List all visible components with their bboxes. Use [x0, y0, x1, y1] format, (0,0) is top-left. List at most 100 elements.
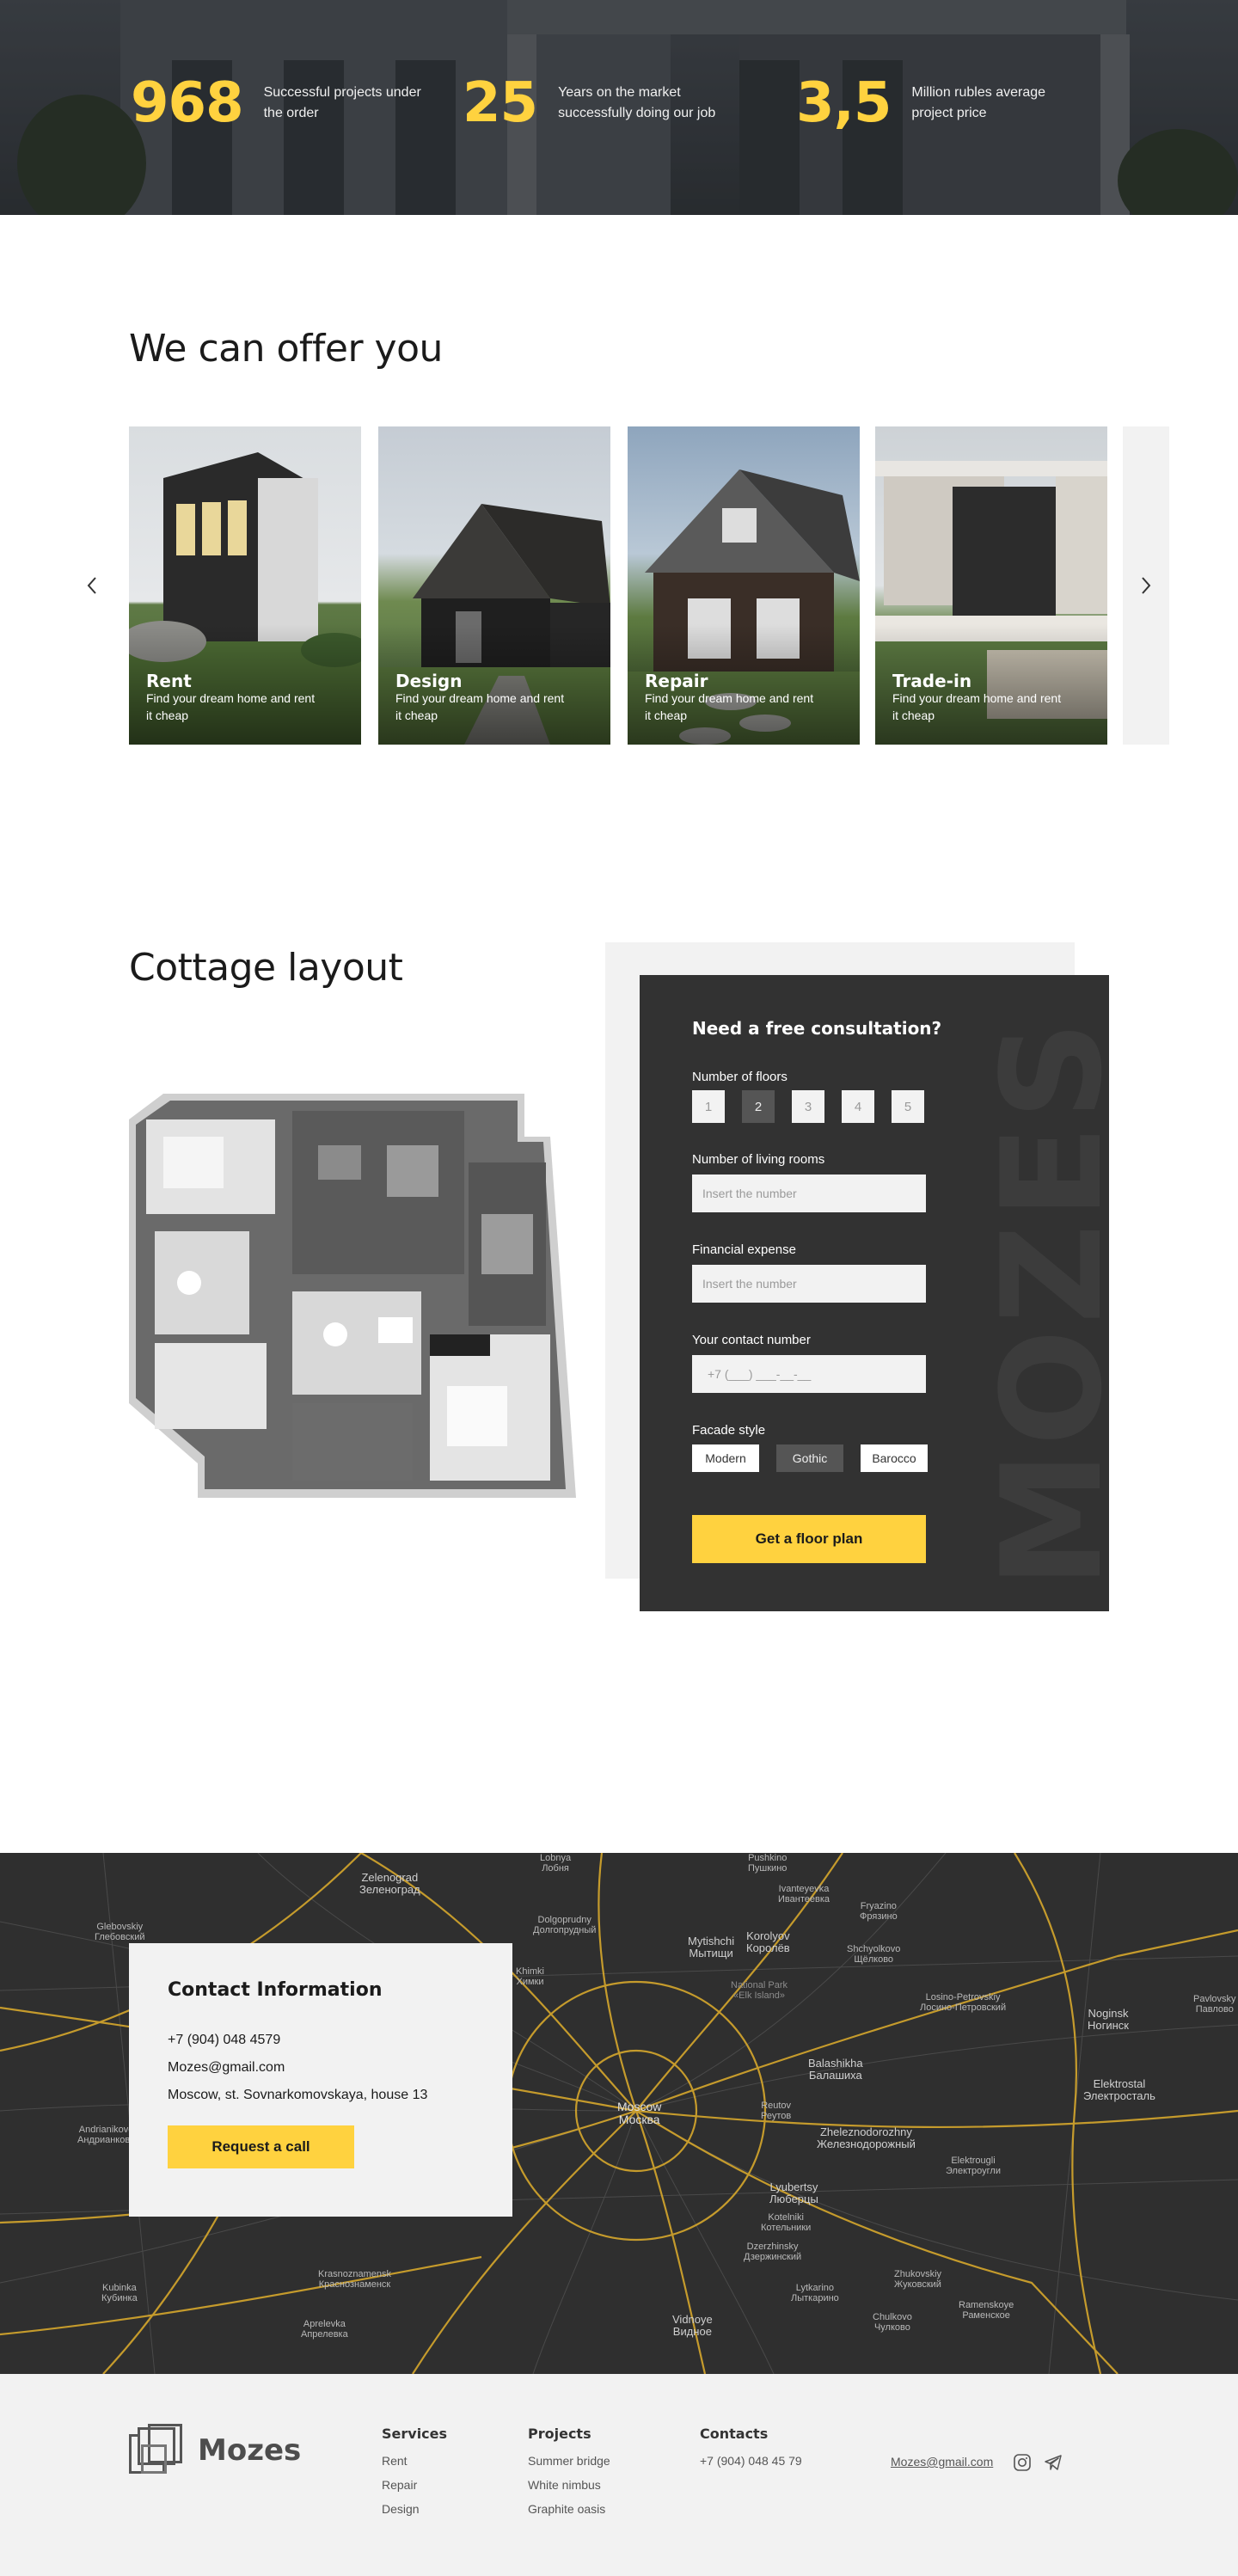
footer-services-title: Services — [382, 2426, 448, 2442]
phone-input[interactable] — [692, 1355, 926, 1393]
map-label-elektrougli: Elektrougli Электроугли — [946, 2156, 1001, 2176]
expense-label: Financial expense — [692, 1242, 796, 1257]
map-section: Zelenograd Зеленоград Lobnya Лобня Dolgo… — [0, 1853, 1238, 2374]
floor-plan-image — [129, 1094, 576, 1498]
footer-contacts: Contacts +7 (904) 048 45 79 — [700, 2426, 802, 2478]
rooms-label: Number of living rooms — [692, 1152, 825, 1167]
request-call-button[interactable]: Request a call — [168, 2125, 354, 2168]
rooms-input[interactable] — [692, 1175, 926, 1212]
chevron-right-icon — [1142, 577, 1151, 594]
layout-title: Cottage layout — [129, 946, 403, 990]
facade-option-gothic[interactable]: Gothic — [776, 1444, 843, 1472]
map-label-ivanteyevka: Ivanteyevka Ивантеевка — [778, 1884, 830, 1904]
map-label-ramenskoye: Ramenskoye Раменское — [959, 2300, 1014, 2321]
offer-card-design[interactable]: Design Find your dream home and rent it … — [378, 426, 610, 745]
map-label-pavlovsky: Pavlovsky Павлово — [1193, 1994, 1236, 2015]
stat-text: Years on the market successfully doing o… — [558, 85, 716, 120]
contact-email[interactable]: Mozes@gmail.com — [168, 2060, 285, 2076]
contact-address: Moscow, st. Sovnarkomovskaya, house 13 — [168, 2088, 428, 2102]
map-label-losino: Losino-Petrovskiy Лосино-Петровский — [920, 1992, 1007, 2013]
footer-link-design[interactable]: Design — [382, 2502, 447, 2516]
floor-option-4[interactable]: 4 — [842, 1090, 874, 1123]
stat-text: Successful projects under the order — [263, 85, 421, 120]
map-label-glebovskiy: Glebovskiy Глебовский — [95, 1922, 145, 1942]
instagram-link[interactable] — [1011, 2451, 1033, 2474]
map-label-shchyolkovo: Shchyolkovo Щёлково — [847, 1944, 901, 1965]
footer-phone[interactable]: +7 (904) 048 45 79 — [700, 2454, 802, 2468]
stat-years: 25 Years on the market successfully doin… — [463, 76, 730, 131]
map-label-national-park: National Park «Elk Island» — [731, 1980, 788, 2001]
map-label-vidnoye: Vidnoye Видное — [672, 2313, 713, 2338]
consultation-form: MOZES Need a free consultation? Number o… — [640, 975, 1109, 1611]
map-label-aprelevka: Aprelevka Апрелевка — [301, 2319, 348, 2340]
card-description: Find your dream home and rent it cheap — [146, 691, 316, 722]
floors-label: Number of floors — [692, 1070, 788, 1084]
stat-number: 3,5 — [796, 71, 892, 135]
form-title: Need a free consultation? — [692, 1018, 942, 1039]
telegram-icon — [1045, 2455, 1062, 2470]
brand-name: Mozes — [198, 2433, 302, 2468]
card-title: Design — [395, 671, 463, 691]
phone-label: Your contact number — [692, 1333, 811, 1347]
floor-option-5[interactable]: 5 — [892, 1090, 924, 1123]
footer-link-rent[interactable]: Rent — [382, 2454, 447, 2468]
map-label-korolyov: Korolyov Королёв — [746, 1929, 790, 1954]
brand-watermark: MOZES — [971, 1015, 1109, 1588]
map-label-mytishchi: Mytishchi Мытищи — [688, 1935, 735, 1960]
map-label-moscow: Moscow Москва — [617, 2100, 662, 2126]
footer-link-repair[interactable]: Repair — [382, 2478, 447, 2492]
facade-option-barocco[interactable]: Barocco — [861, 1444, 928, 1472]
map-label-reutov: Reutov Реутов — [761, 2101, 792, 2121]
footer-projects: Projects Summer bridge White nimbus Grap… — [528, 2426, 610, 2526]
card-title: Repair — [645, 671, 708, 691]
get-floor-plan-button[interactable]: Get a floor plan — [692, 1515, 926, 1563]
hero-stats-banner: 968 Successful projects under the order … — [0, 0, 1238, 215]
offer-section: We can offer you Rent Find your dream ho… — [0, 215, 1238, 903]
floors-selector: 1 2 3 4 5 — [692, 1090, 924, 1123]
footer-link-white-nimbus[interactable]: White nimbus — [528, 2478, 610, 2492]
footer-projects-title: Projects — [528, 2426, 591, 2442]
telegram-link[interactable] — [1042, 2451, 1064, 2474]
offer-title: We can offer you — [129, 327, 443, 371]
contact-phone[interactable]: +7 (904) 048 4579 — [168, 2033, 280, 2048]
footer-email-link[interactable]: Mozes@gmail.com — [891, 2455, 993, 2469]
map-label-andrianikovo: Andrianikovo Андрианково — [77, 2125, 136, 2145]
instagram-icon — [1014, 2454, 1031, 2471]
footer-link-summer-bridge[interactable]: Summer bridge — [528, 2454, 610, 2468]
map-label-lyubertsy: Lyubertsy Люберцы — [769, 2180, 818, 2205]
stat-number: 968 — [131, 71, 244, 135]
map-label-zelenograd: Zelenograd Зеленоград — [359, 1871, 420, 1896]
facade-option-modern[interactable]: Modern — [692, 1444, 759, 1472]
map-label-chulkovo: Chulkovo Чулково — [873, 2312, 912, 2333]
map-label-kubinka: Kubinka Кубинка — [101, 2283, 138, 2303]
footer: Mozes Services Rent Repair Design Projec… — [0, 2374, 1238, 2576]
floor-option-1[interactable]: 1 — [692, 1090, 725, 1123]
logo-mark-icon — [129, 2424, 184, 2477]
expense-input[interactable] — [692, 1265, 926, 1303]
card-description: Find your dream home and rent it cheap — [892, 691, 1062, 722]
offer-card-trade-in[interactable]: Trade-in Find your dream home and rent i… — [875, 426, 1107, 745]
facade-selector: Modern Gothic Barocco — [692, 1444, 928, 1472]
carousel-prev-button[interactable] — [79, 573, 105, 598]
contact-card: Contact Information +7 (904) 048 4579 Mo… — [129, 1943, 512, 2217]
stat-text: Million rubles average project price — [911, 85, 1046, 120]
card-title: Trade-in — [892, 671, 972, 691]
map-label-zhukovsky: Zhukovskiy Жуковский — [894, 2269, 942, 2290]
offer-card-repair[interactable]: Repair Find your dream home and rent it … — [628, 426, 860, 745]
map-label-elektrostal: Elektrostal Электросталь — [1083, 2077, 1155, 2102]
map-label-zheleznodorozhny: Zheleznodorozhny Железнодорожный — [817, 2125, 916, 2150]
map-label-khimki: Khimki Химки — [516, 1966, 545, 1987]
footer-link-graphite-oasis[interactable]: Graphite oasis — [528, 2502, 610, 2516]
brand-logo[interactable]: Mozes — [129, 2424, 301, 2477]
floor-option-2[interactable]: 2 — [742, 1090, 775, 1123]
floor-option-3[interactable]: 3 — [792, 1090, 824, 1123]
map-label-dzerzhinsky: Dzerzhinsky Дзержинский — [744, 2242, 802, 2262]
stat-projects: 968 Successful projects under the order — [131, 76, 436, 131]
offer-card-rent[interactable]: Rent Find your dream home and rent it ch… — [129, 426, 361, 745]
cottage-layout-section: Cottage layout MOZES Need a free consult… — [0, 903, 1238, 1853]
carousel-next-button[interactable] — [1133, 573, 1159, 598]
map-label-lytkarino: Lytkarino Лыткарино — [791, 2283, 839, 2303]
facade-label: Facade style — [692, 1423, 766, 1438]
map-label-dolgoprudny: Dolgoprudny Долгопрудный — [533, 1915, 597, 1935]
map-label-kotelniki: Kotelniki Котельники — [761, 2212, 812, 2233]
